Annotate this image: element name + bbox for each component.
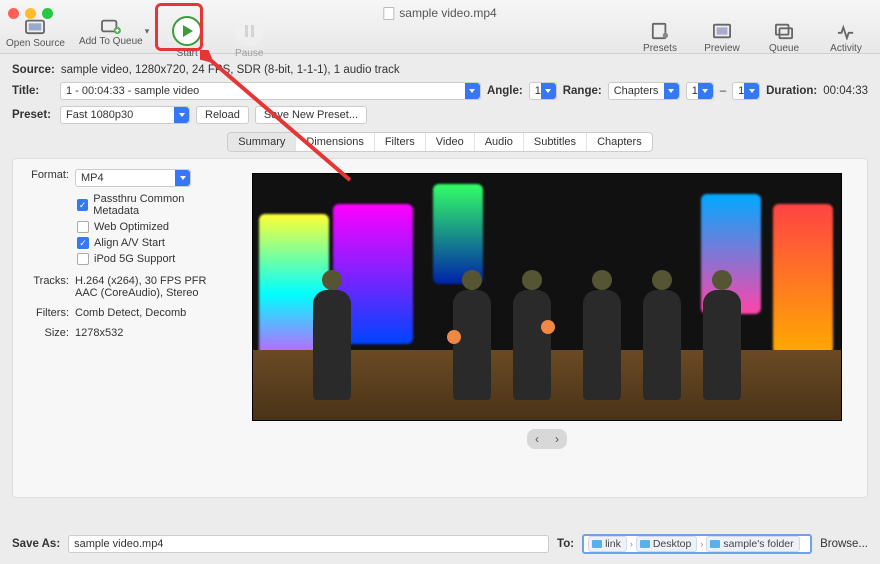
browse-button[interactable]: Browse... [820, 538, 868, 550]
titlebar: sample video.mp4 Open Source Add To Queu… [0, 0, 880, 54]
close-window-button[interactable] [8, 8, 19, 19]
range-label: Range: [563, 85, 602, 97]
tab-subtitles[interactable]: Subtitles [524, 133, 587, 151]
preview-thumbnail [252, 173, 842, 421]
duration-label: Duration: [766, 85, 817, 97]
size-value: 1278x532 [75, 327, 123, 339]
folder-icon [592, 540, 602, 548]
chk-ipod[interactable]: iPod 5G Support [77, 253, 223, 265]
tab-strip: Summary Dimensions Filters Video Audio S… [227, 132, 652, 152]
preview-prev-button[interactable]: ‹ [535, 432, 539, 446]
filters-value: Comb Detect, Decomb [75, 307, 186, 319]
tracks-value-1: H.264 (x264), 30 FPS PFR [75, 275, 206, 287]
path-crumb[interactable]: Desktop [636, 536, 698, 552]
folder-icon [640, 540, 650, 548]
start-button[interactable]: Start [163, 16, 211, 59]
add-queue-label: Add To Queue [79, 36, 143, 47]
chevron-right-icon: › [700, 539, 703, 549]
preset-select[interactable]: Fast 1080p30 [60, 106, 190, 124]
folder-icon [710, 540, 720, 548]
tracks-value-2: AAC (CoreAudio), Stereo [75, 287, 206, 299]
queue-label: Queue [769, 43, 799, 54]
title-value: 1 - 00:04:33 - sample video [66, 85, 199, 97]
angle-label: Angle: [487, 85, 523, 97]
tab-video[interactable]: Video [426, 133, 475, 151]
preview-nav: ‹ › [527, 429, 567, 449]
window-title: sample video.mp4 [383, 6, 496, 20]
path-crumb[interactable]: link [588, 536, 627, 552]
checkbox-icon [77, 253, 89, 265]
document-icon [383, 7, 394, 20]
pause-button[interactable]: Pause [225, 16, 273, 59]
to-label: To: [557, 538, 574, 550]
range-from-select[interactable]: 1 [686, 82, 714, 100]
saveas-label: Save As: [12, 538, 60, 550]
chk-av[interactable]: Align A/V Start [77, 237, 223, 249]
preview-label: Preview [704, 43, 740, 54]
source-value: sample video, 1280x720, 24 FPS, SDR (8-b… [61, 64, 400, 76]
tracks-label: Tracks: [23, 275, 69, 287]
format-select[interactable]: MP4 [75, 169, 191, 187]
maximize-window-button[interactable] [42, 8, 53, 19]
range-to-select[interactable]: 1 [732, 82, 760, 100]
chevron-right-icon: › [630, 539, 633, 549]
pause-label: Pause [235, 48, 263, 59]
traffic-lights [8, 8, 53, 19]
activity-button[interactable]: Activity [822, 21, 870, 54]
open-source-label: Open Source [6, 38, 65, 49]
presets-button[interactable]: Presets [636, 21, 684, 54]
start-label: Start [177, 48, 198, 59]
angle-select[interactable]: 1 [529, 82, 557, 100]
chk-metadata[interactable]: Passthru Common Metadata [77, 193, 223, 217]
reload-button[interactable]: Reload [196, 106, 249, 124]
activity-label: Activity [830, 43, 862, 54]
queue-button[interactable]: Queue [760, 21, 808, 54]
format-label: Format: [23, 169, 69, 181]
destination-path[interactable]: link › Desktop › sample's folder [582, 534, 812, 554]
preset-label: Preset: [12, 109, 54, 121]
chevron-down-icon[interactable]: ▾ [145, 26, 150, 37]
saveas-input[interactable]: sample video.mp4 [68, 535, 549, 553]
checkbox-icon [77, 221, 89, 233]
tab-filters[interactable]: Filters [375, 133, 426, 151]
save-preset-button[interactable]: Save New Preset... [255, 106, 367, 124]
title-label: Title: [12, 85, 54, 97]
add-to-queue-button[interactable]: Add To Queue ▾ [79, 16, 149, 47]
duration-value: 00:04:33 [823, 85, 868, 97]
preview-button[interactable]: Preview [698, 21, 746, 54]
checkbox-icon [77, 237, 89, 249]
preview-next-button[interactable]: › [555, 432, 559, 446]
presets-label: Presets [643, 43, 677, 54]
tab-dimensions[interactable]: Dimensions [296, 133, 374, 151]
checkbox-icon [77, 199, 88, 211]
size-label: Size: [23, 327, 69, 339]
path-crumb[interactable]: sample's folder [706, 536, 799, 552]
range-type-select[interactable]: Chapters [608, 82, 680, 100]
filters-label: Filters: [23, 307, 69, 319]
play-icon [172, 16, 202, 46]
minimize-window-button[interactable] [25, 8, 36, 19]
pause-icon [234, 16, 264, 46]
tab-chapters[interactable]: Chapters [587, 133, 652, 151]
open-source-button[interactable]: Open Source [6, 16, 65, 49]
tab-audio[interactable]: Audio [475, 133, 524, 151]
source-label: Source: [12, 64, 55, 76]
title-select[interactable]: 1 - 00:04:33 - sample video [60, 82, 481, 100]
summary-panel: Format: MP4 Passthru Common Metadata Web… [12, 158, 868, 498]
tab-summary[interactable]: Summary [228, 133, 296, 151]
chk-web[interactable]: Web Optimized [77, 221, 223, 233]
window-title-text: sample video.mp4 [399, 6, 496, 20]
